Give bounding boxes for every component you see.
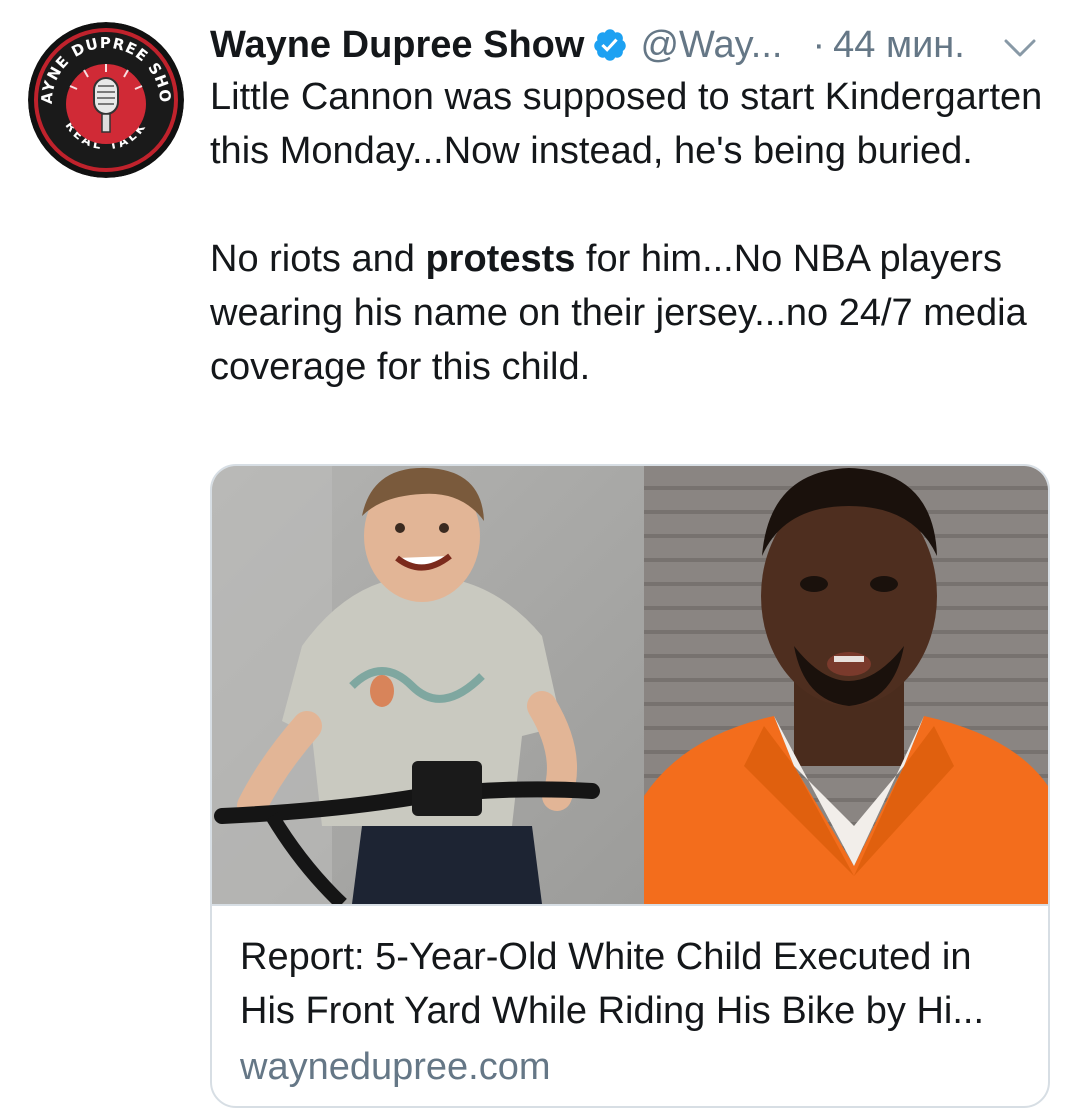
tweet-header: Wayne Dupree Show @Way... · 44 мин. <box>210 18 1050 72</box>
user-handle[interactable]: @Way... <box>640 24 782 67</box>
tweet-paragraph-2-start: No riots and <box>210 238 426 280</box>
tweet-text: Little Cannon was supposed to start Kind… <box>210 70 1060 394</box>
verified-badge-icon <box>592 27 628 63</box>
card-title-line-1: Report: 5-Year-Old White Child Executed … <box>240 936 972 978</box>
avatar[interactable]: WAYNE DUPREE SHOW REAL TALK <box>28 22 184 178</box>
separator-dot: · <box>812 23 826 66</box>
card-title[interactable]: Report: 5-Year-Old White Child Executed … <box>240 930 1030 1038</box>
card-image[interactable] <box>212 466 1048 904</box>
timestamp[interactable]: 44 мин. <box>833 24 965 67</box>
tweet-paragraph-2: No riots and protests for him...No NBA p… <box>210 232 1060 394</box>
tweet: WAYNE DUPREE SHOW REAL TALK <box>0 0 1076 1108</box>
mugshot-photo-icon <box>644 466 1048 904</box>
display-name[interactable]: Wayne Dupree Show <box>210 24 584 67</box>
child-on-bike-photo-icon <box>212 466 644 904</box>
tweet-bold-word: protests <box>425 238 576 280</box>
card-body[interactable]: Report: 5-Year-Old White Child Executed … <box>212 904 1048 1106</box>
link-card[interactable]: Report: 5-Year-Old White Child Executed … <box>210 464 1050 1108</box>
tweet-paragraph-1: Little Cannon was supposed to start Kind… <box>210 76 1043 172</box>
card-domain: wayneduprее.com <box>240 1046 551 1088</box>
chevron-down-icon[interactable] <box>1000 30 1040 60</box>
card-title-line-2: His Front Yard While Riding His Bike by … <box>240 990 985 1032</box>
wayne-dupree-show-logo-icon: WAYNE DUPREE SHOW REAL TALK <box>28 22 184 178</box>
